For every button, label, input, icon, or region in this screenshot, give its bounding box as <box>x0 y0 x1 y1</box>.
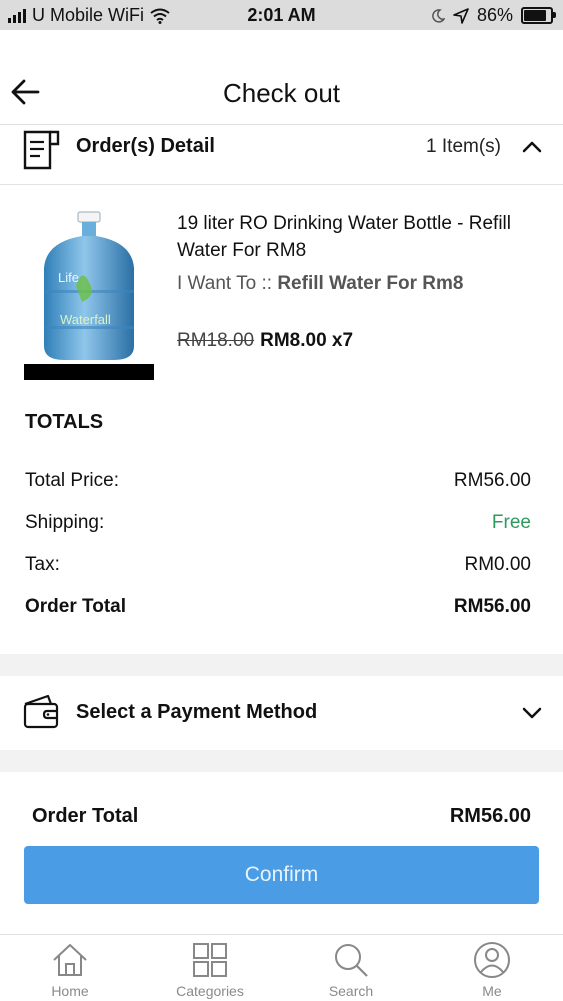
search-icon <box>335 944 368 977</box>
page-title: Check out <box>222 78 341 108</box>
tab-categories-label: Categories <box>176 983 244 999</box>
summary-total-label: Order Total <box>32 805 139 827</box>
tab-search-label: Search <box>328 983 374 999</box>
bottle-label-text: Life <box>58 270 79 285</box>
price-row: RM18.00 RM8.00 x7 <box>177 330 353 352</box>
battery-percent: 86% <box>476 5 513 25</box>
shipping-row: Shipping: Free <box>25 512 531 538</box>
item-count: 1 Item(s) <box>426 136 501 157</box>
price-new: RM8.00 x7 <box>260 330 354 351</box>
wallet-icon <box>23 694 59 729</box>
battery-icon <box>521 7 556 24</box>
summary-total: Order Total RM56.00 <box>32 805 531 833</box>
product-image: Life Waterfall <box>24 211 154 380</box>
tax-row: Tax: RM0.00 <box>25 554 531 580</box>
tab-search[interactable]: Search <box>281 935 421 1001</box>
location-arrow-icon <box>453 7 469 24</box>
tab-categories[interactable]: Categories <box>140 935 280 1001</box>
payment-method-selector[interactable]: Select a Payment Method <box>0 676 563 748</box>
product-name: 19 liter RO Drinking Water Bottle - Refi… <box>177 213 512 261</box>
bottle-brand-text: Waterfall <box>60 312 111 327</box>
tax-label: Tax: <box>25 554 60 575</box>
grid-icon <box>193 943 227 977</box>
confirm-button[interactable]: Confirm <box>24 846 539 904</box>
variant-value: Refill Water For Rm8 <box>277 273 464 294</box>
tax-value: RM0.00 <box>464 554 531 575</box>
total-price-label: Total Price: <box>25 470 119 491</box>
total-price-value: RM56.00 <box>453 470 531 491</box>
status-bar: U Mobile WiFi 2:01 AM 86% <box>0 0 563 30</box>
section-divider <box>0 750 563 772</box>
tab-home-label: Home <box>51 983 89 999</box>
tab-me-label: Me <box>482 983 502 999</box>
shipping-value: Free <box>491 512 531 533</box>
total-price-row: Total Price: RM56.00 <box>25 470 531 496</box>
order-total-row: Order Total RM56.00 <box>25 596 531 622</box>
tab-me[interactable]: Me <box>422 935 562 1001</box>
tab-home[interactable]: Home <box>0 935 140 1001</box>
order-detail-label: Order(s) Detail <box>76 135 215 157</box>
document-icon <box>23 130 60 170</box>
tab-bar: Home Categories Search Me <box>0 934 563 1001</box>
moon-icon <box>432 8 445 23</box>
shipping-label: Shipping: <box>25 512 105 533</box>
chevron-up-icon[interactable] <box>521 138 543 156</box>
order-total-label: Order Total <box>25 596 126 617</box>
variant-prefix: I Want To :: <box>177 273 278 294</box>
header: Check out <box>0 30 563 125</box>
product-variant: I Want To :: Refill Water For Rm8 <box>177 270 537 297</box>
order-total-value: RM56.00 <box>453 596 531 617</box>
summary-total-value: RM56.00 <box>449 805 531 827</box>
status-right: 86% <box>431 5 556 26</box>
totals-title: TOTALS <box>25 411 104 433</box>
section-divider <box>0 654 563 676</box>
order-detail-toggle[interactable]: Order(s) Detail 1 Item(s) <box>0 126 563 185</box>
home-icon <box>53 944 87 976</box>
chevron-down-icon[interactable] <box>521 704 543 722</box>
user-icon <box>474 942 510 978</box>
payment-method-label: Select a Payment Method <box>76 701 318 723</box>
price-old: RM18.00 <box>177 330 255 351</box>
